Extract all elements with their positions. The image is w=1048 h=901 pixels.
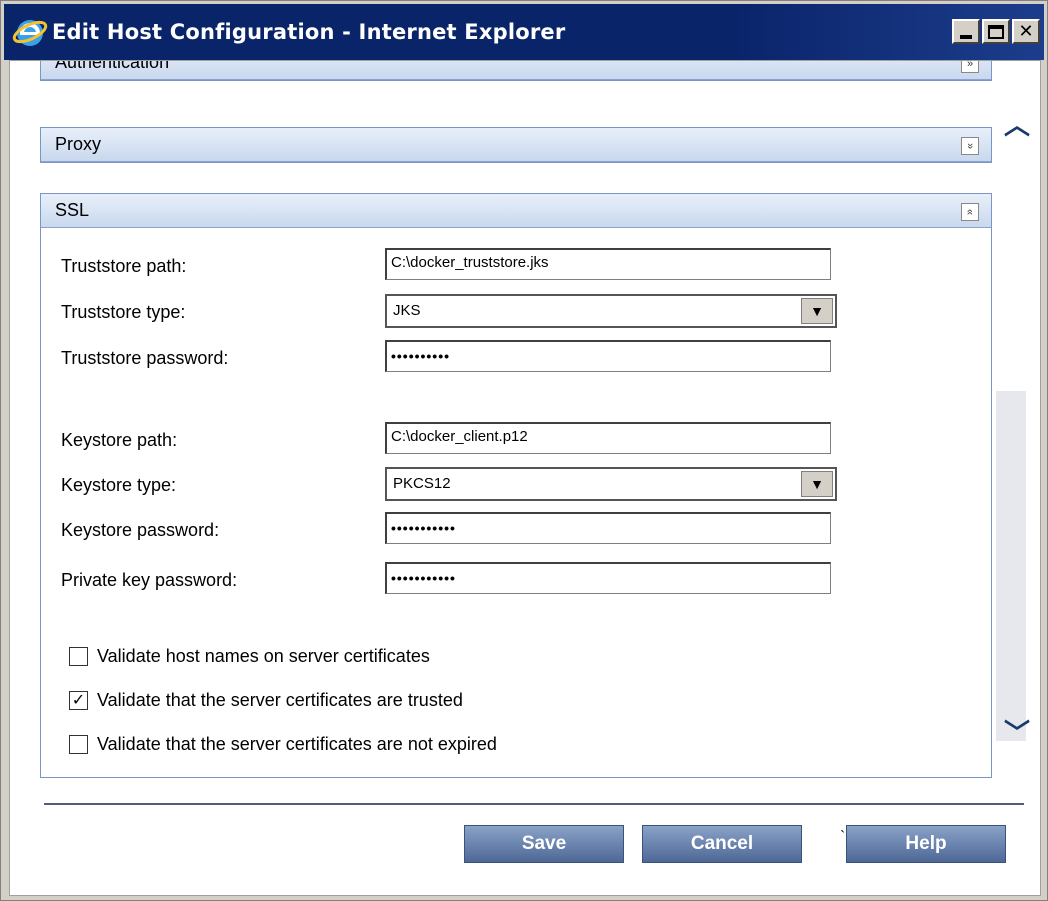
truststore-password-label: Truststore password: [61, 348, 229, 368]
maximize-button[interactable] [982, 19, 1010, 44]
collapse-icon[interactable]: » [961, 203, 979, 221]
panel-title: SSL [55, 200, 90, 220]
window-controls: ✕ [952, 19, 1040, 44]
checkbox-label: Validate that the server certificates ar… [97, 690, 463, 710]
divider [44, 803, 1024, 805]
chevron-down-icon[interactable]: ▼ [801, 471, 833, 497]
close-icon: ✕ [1018, 21, 1034, 42]
chevron-down-icon[interactable]: ▼ [801, 298, 833, 324]
truststore-type-label: Truststore type: [61, 302, 186, 322]
vertical-scrollbar[interactable]: ︿ ﹀ [996, 61, 1040, 781]
truststore-path-input[interactable]: C:\docker_truststore.jks [385, 248, 831, 280]
authentication-panel-header[interactable]: Authentication » [41, 61, 991, 80]
keystore-type-label: Keystore type: [61, 475, 177, 495]
keystore-password-label: Keystore password: [61, 520, 220, 540]
truststore-password-field[interactable]: •••••••••• [385, 340, 831, 372]
private-key-password-field[interactable]: ••••••••••• [385, 562, 831, 594]
checkbox-label: Validate that the server certificates ar… [97, 734, 497, 754]
cancel-button[interactable]: Cancel [642, 825, 802, 863]
checkbox[interactable] [69, 647, 88, 666]
keystore-type-value: PKCS12 [393, 475, 451, 492]
truststore-type-value: JKS [393, 302, 421, 319]
scroll-track[interactable] [996, 391, 1026, 741]
browser-window: Edit Host Configuration - Internet Explo… [0, 0, 1048, 901]
check-validate-hostnames[interactable]: Validate host names on server certificat… [69, 646, 430, 667]
proxy-panel-header[interactable]: Proxy » [41, 128, 991, 162]
check-validate-expired[interactable]: Validate that the server certificates ar… [69, 734, 497, 755]
truststore-type-select[interactable]: JKS ▼ [385, 294, 837, 328]
checkbox-label: Validate host names on server certificat… [97, 646, 430, 666]
panel-title: Proxy [55, 134, 102, 154]
authentication-panel: Authentication » [40, 61, 992, 81]
expand-icon[interactable]: » [961, 61, 979, 73]
keystore-type-select[interactable]: PKCS12 ▼ [385, 467, 837, 501]
panel-title: Authentication [55, 61, 170, 72]
window-title: Edit Host Configuration - Internet Explo… [52, 20, 566, 44]
private-key-password-label: Private key password: [61, 570, 238, 590]
chevron-down-icon[interactable]: ﹀ [1004, 713, 1030, 750]
keystore-password-field[interactable]: ••••••••••• [385, 512, 831, 544]
save-button[interactable]: Save [464, 825, 624, 863]
chevron-up-icon[interactable]: ︿ [1004, 105, 1030, 142]
keystore-path-label: Keystore path: [61, 430, 178, 450]
title-bar[interactable]: Edit Host Configuration - Internet Explo… [4, 4, 1044, 60]
stray-mark: ` [840, 829, 846, 846]
check-validate-trusted[interactable]: ✓ Validate that the server certificates … [69, 690, 463, 711]
ssl-panel: SSL » Truststore path: C:\docker_trustst… [40, 193, 992, 778]
help-button[interactable]: Help [846, 825, 1006, 863]
minimize-icon [960, 34, 972, 39]
expand-icon[interactable]: » [961, 137, 979, 155]
scrollable-form: Authentication » Proxy » SSL » Truststor… [30, 61, 1005, 781]
checkbox[interactable]: ✓ [69, 691, 88, 710]
minimize-button[interactable] [952, 19, 980, 44]
keystore-path-input[interactable]: C:\docker_client.p12 [385, 422, 831, 454]
close-button[interactable]: ✕ [1012, 19, 1040, 44]
internet-explorer-icon [12, 14, 48, 50]
proxy-panel: Proxy » [40, 127, 992, 163]
truststore-path-label: Truststore path: [61, 256, 187, 276]
ssl-panel-header[interactable]: SSL » [41, 194, 991, 228]
dialog-content: Authentication » Proxy » SSL » Truststor… [9, 60, 1041, 896]
checkbox[interactable] [69, 735, 88, 754]
maximize-icon [988, 24, 1004, 39]
